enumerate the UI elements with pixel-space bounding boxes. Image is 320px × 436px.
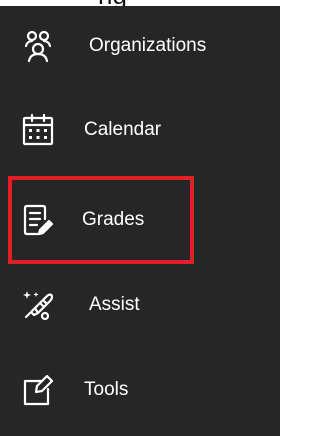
right-edge-strip — [280, 0, 285, 436]
nav-label-assist: Assist — [89, 294, 140, 315]
nav-label-calendar: Calendar — [84, 119, 162, 140]
nav-item-tools[interactable]: Tools — [0, 360, 280, 420]
nav-item-calendar[interactable]: Calendar — [0, 100, 280, 160]
calendar-icon — [20, 112, 56, 148]
cropped-header-text: ng — [98, 0, 127, 6]
nav-item-grades[interactable]: Grades — [0, 190, 280, 250]
assist-icon — [20, 287, 56, 323]
navigation-panel: ng Organizations — [0, 0, 285, 436]
cropped-header: ng — [0, 0, 285, 6]
nav-item-organizations[interactable]: Organizations — [0, 16, 280, 76]
tools-icon — [20, 372, 56, 408]
nav-label-organizations: Organizations — [89, 35, 207, 56]
grades-icon — [20, 202, 56, 238]
nav-label-grades: Grades — [82, 209, 145, 230]
organizations-icon — [20, 28, 56, 64]
nav-label-tools: Tools — [84, 379, 129, 400]
nav-item-assist[interactable]: Assist — [0, 275, 280, 335]
